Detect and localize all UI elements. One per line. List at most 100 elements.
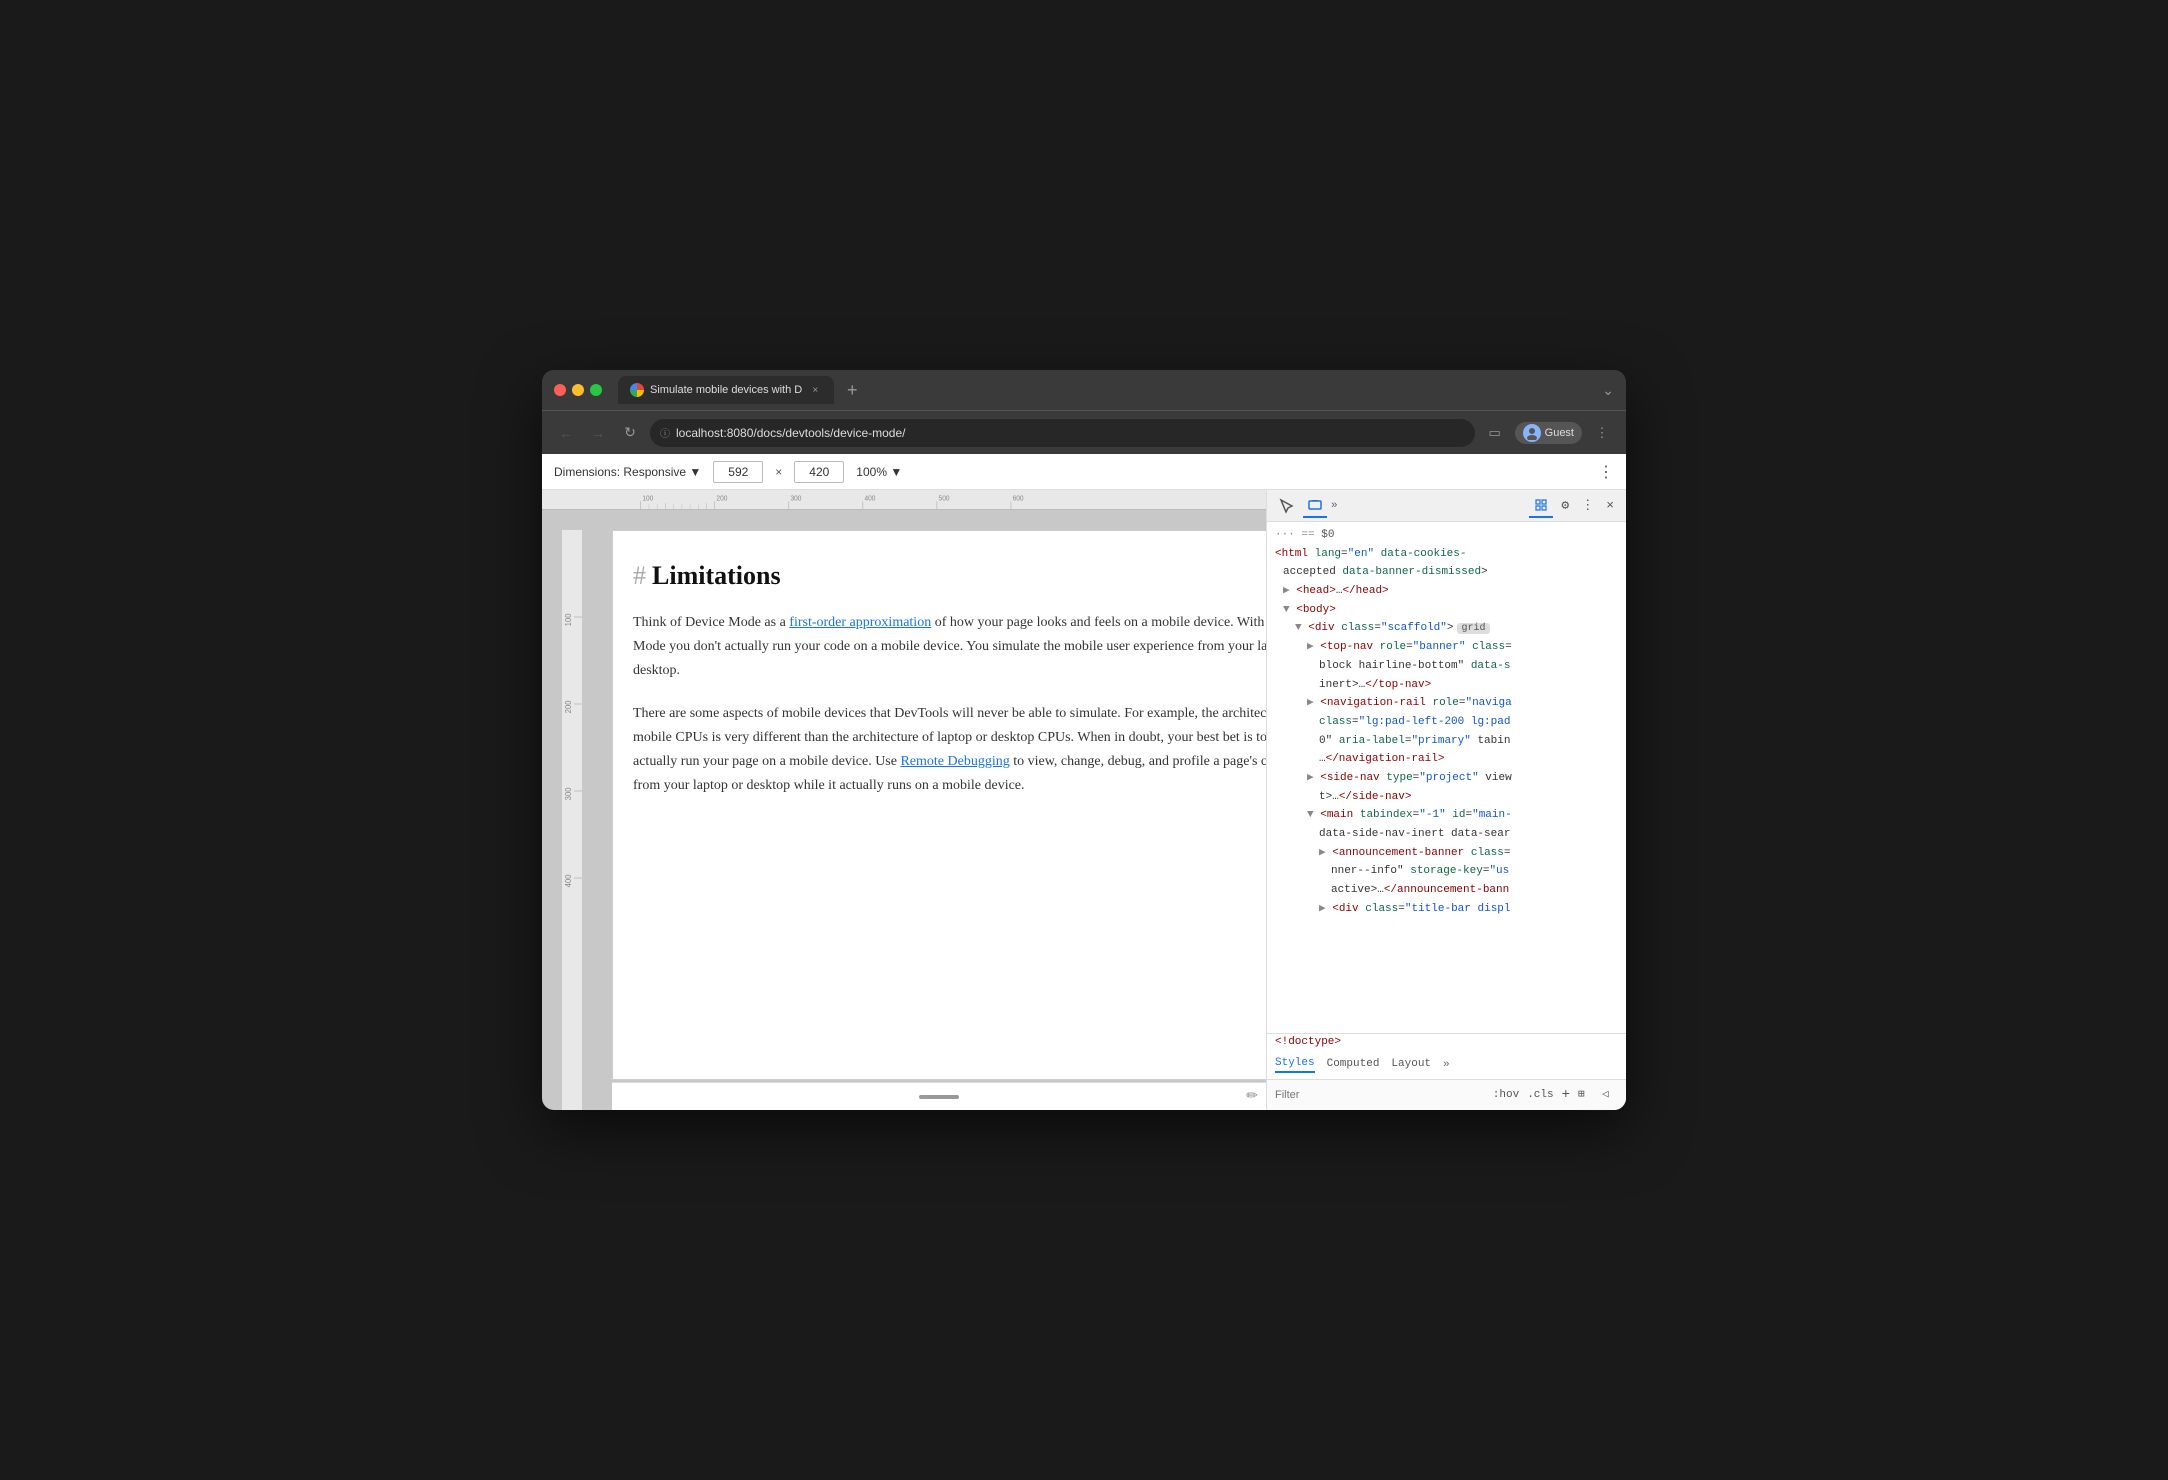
tab-bar: Simulate mobile devices with D × + [618,376,1594,404]
dom-line-main-cont: data-side-nav-inert data-sear [1267,825,1626,844]
dom-line-body[interactable]: ▼ <body> [1267,601,1626,620]
paragraph-2: There are some aspects of mobile devices… [633,702,1266,797]
dom-line-head[interactable]: ▶ <head>…</head> [1267,582,1626,601]
back-button[interactable]: ← [554,421,578,445]
para1-before-link: Think of Device Mode as a [633,615,789,630]
remote-debugging-link[interactable]: Remote Debugging [900,754,1009,769]
toolbar-menu-dots[interactable]: ⋮ [1598,462,1614,482]
add-style-button[interactable]: + [1562,1087,1570,1103]
arrows-icon[interactable]: ◁ [1602,1087,1618,1103]
svg-text:200: 200 [564,700,573,714]
devtools-panel: » ⚙ ⋮ × ··· == $0 <html lang="en" data-c… [1266,490,1626,1110]
lock-icon: ⓘ [660,425,670,440]
height-input[interactable] [794,461,844,483]
left-panel: 100 200 300 400 500 600 [542,490,1266,1110]
dimension-separator: × [775,465,782,479]
paragraph-1: Think of Device Mode as a first-order ap… [633,611,1266,682]
computed-tab[interactable]: Computed [1327,1058,1380,1072]
devtools-bottom: <!doctype> Styles Computed Layout » :hov… [1267,1033,1626,1110]
more-tabs-icon[interactable]: » [1331,500,1338,512]
dom-line-titlebar[interactable]: ▶ <div class="title-bar displ [1267,900,1626,919]
traffic-lights [554,384,602,396]
new-tab-button[interactable]: + [838,376,866,404]
dom-line-annbanner-cont2: active>…</announcement-bann [1267,881,1626,900]
styles-tab-bar: Styles Computed Layout » [1267,1050,1626,1080]
profile-button[interactable]: Guest [1515,422,1582,444]
page-area: 100 200 300 400 # Limitations [562,510,1266,1110]
title-bar: Simulate mobile devices with D × + ⌄ [542,370,1626,410]
layout-tab[interactable]: Layout [1391,1058,1431,1072]
pencil-icon[interactable]: ✏ [1246,1087,1258,1104]
svg-text:100: 100 [564,613,573,627]
styles-filter-bar: :hov .cls + ⊞ ◁ [1267,1080,1626,1110]
menu-icon[interactable]: ⋮ [1590,421,1614,445]
browser-window: Simulate mobile devices with D × + ⌄ ← →… [542,370,1626,1110]
dom-line-topnav-end: inert>…</top-nav> [1267,676,1626,695]
svg-text:500: 500 [939,494,950,503]
address-bar: ← → ↻ ⓘ localhost:8080/docs/devtools/dev… [542,410,1626,454]
page-frame: # Limitations Think of Device Mode as a … [612,530,1266,1080]
dimensions-label[interactable]: Dimensions: Responsive ▼ [554,465,701,479]
elements-panel-icon[interactable] [1529,494,1553,518]
dom-line-navr-cont1: class="lg:pad-left-200 lg:pad [1267,713,1626,732]
dom-line-navr-cont2: 0" aria-label="primary" tabin [1267,732,1626,751]
dom-tree: ··· == $0 <html lang="en" data-cookies- … [1267,522,1626,1033]
width-input[interactable] [713,461,763,483]
cast-icon[interactable]: ▭ [1483,421,1507,445]
dom-line-html[interactable]: <html lang="en" data-cookies- [1267,545,1626,564]
active-tab[interactable]: Simulate mobile devices with D × [618,376,834,404]
svg-text:300: 300 [790,494,801,503]
svg-text:100: 100 [642,494,653,503]
bottom-handle [919,1095,959,1099]
new-style-icon[interactable]: ⊞ [1578,1087,1594,1103]
page-heading: # Limitations [633,561,1266,591]
dom-line-topnav[interactable]: ▶ <top-nav role="banner" class= [1267,638,1626,657]
tab-favicon [630,383,644,397]
refresh-button[interactable]: ↻ [618,421,642,445]
url-text: localhost:8080/docs/devtools/device-mode… [676,426,905,440]
page-bottom-bar: ✏ [612,1082,1266,1110]
close-button[interactable] [554,384,566,396]
dom-line-doctype-comment: ··· == $0 [1267,526,1626,545]
styles-tab[interactable]: Styles [1275,1057,1315,1073]
forward-button[interactable]: → [586,421,610,445]
address-right: ▭ Guest ⋮ [1483,421,1614,445]
horizontal-ruler: 100 200 300 400 500 600 [542,490,1266,510]
dom-line-html-cont: accepted data-banner-dismissed> [1267,563,1626,582]
devtools-menu-dots[interactable]: ⋮ [1577,498,1598,513]
dom-line-sidenav[interactable]: ▶ <side-nav type="project" view [1267,769,1626,788]
dom-line-navr-end: …</navigation-rail> [1267,750,1626,769]
cls-button[interactable]: .cls [1527,1089,1553,1101]
dom-line-scaffold[interactable]: ▼ <div class="scaffold">grid [1267,619,1626,638]
vertical-ruler: 100 200 300 400 [562,530,582,1110]
devtools-close-button[interactable]: × [1602,498,1618,513]
url-bar[interactable]: ⓘ localhost:8080/docs/devtools/device-mo… [650,419,1475,447]
svg-text:400: 400 [865,494,876,503]
dom-line-annbanner[interactable]: ▶ <announcement-banner class= [1267,844,1626,863]
styles-more-tabs[interactable]: » [1443,1059,1450,1071]
svg-text:200: 200 [716,494,727,503]
tab-label: Simulate mobile devices with D [650,384,802,396]
settings-icon[interactable]: ⚙ [1557,498,1573,513]
cursor-icon[interactable] [1275,494,1299,518]
dom-line-navr[interactable]: ▶ <navigation-rail role="naviga [1267,694,1626,713]
svg-text:300: 300 [564,787,573,801]
dom-line-topnav-cont: block hairline-bottom" data-s [1267,657,1626,676]
device-icon[interactable] [1303,494,1327,518]
tab-dropdown[interactable]: ⌄ [1602,382,1614,399]
dom-line-annbanner-cont1: nner--info" storage-key="us [1267,862,1626,881]
hov-button[interactable]: :hov [1493,1089,1519,1101]
dom-line-sidenav-end: t>…</side-nav> [1267,788,1626,807]
page-content: # Limitations Think of Device Mode as a … [613,531,1266,848]
devtools-tab-bar: » ⚙ ⋮ × [1267,490,1626,522]
minimize-button[interactable] [572,384,584,396]
dom-line-main[interactable]: ▼ <main tabindex="-1" id="main- [1267,806,1626,825]
zoom-select[interactable]: 100% ▼ [856,465,902,479]
maximize-button[interactable] [590,384,602,396]
profile-avatar [1523,424,1541,442]
device-toolbar: Dimensions: Responsive ▼ × 100% ▼ ⋮ [542,454,1626,490]
styles-filter-input[interactable] [1275,1089,1485,1101]
first-order-link[interactable]: first-order approximation [789,615,931,630]
tab-close-button[interactable]: × [808,383,822,397]
doctype-selector[interactable]: <!doctype> [1267,1034,1626,1050]
